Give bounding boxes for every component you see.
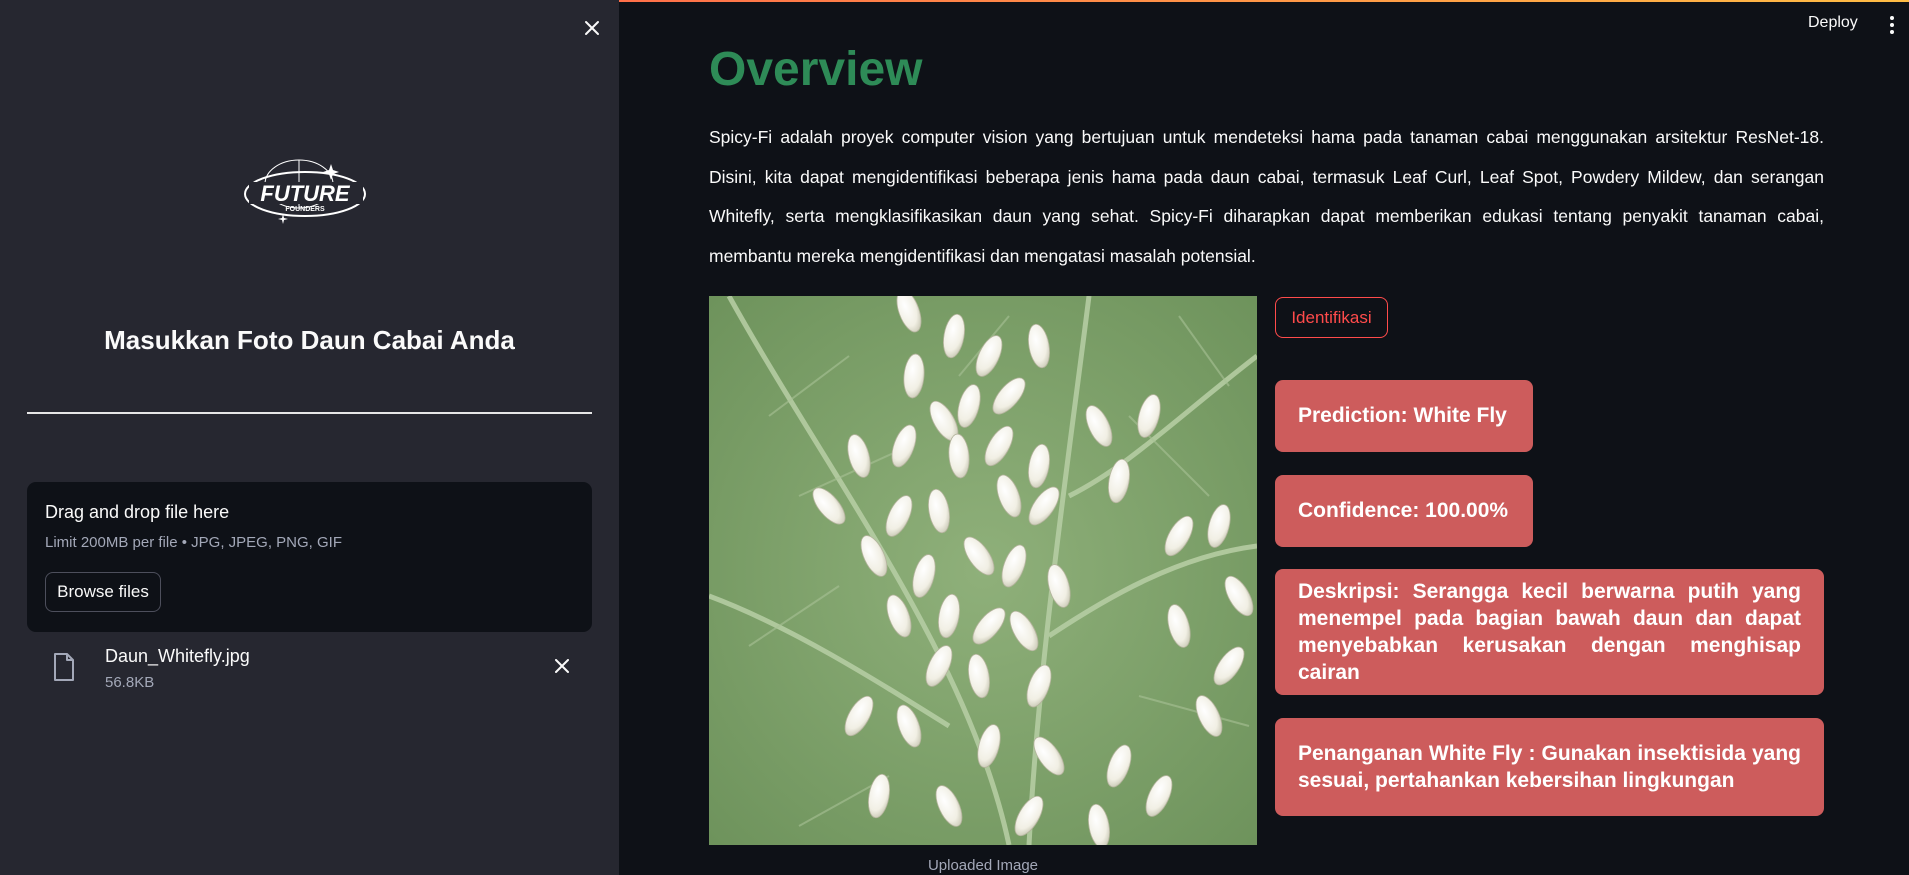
more-vertical-icon	[1890, 16, 1894, 20]
close-icon	[555, 659, 569, 673]
close-icon	[585, 21, 599, 35]
prediction-text: Prediction: White Fly	[1298, 404, 1507, 427]
image-caption: Uploaded Image	[927, 857, 1039, 874]
prediction-card: Prediction: White Fly	[1275, 380, 1533, 452]
svg-text:FUTURE: FUTURE	[260, 181, 351, 206]
file-size: 56.8KB	[105, 674, 155, 691]
close-sidebar-button[interactable]	[578, 14, 606, 42]
confidence-card: Confidence: 100.00%	[1275, 475, 1533, 547]
main-menu-button[interactable]	[1886, 16, 1898, 38]
treatment-card: Penanganan White Fly : Gunakan insektisi…	[1275, 718, 1824, 816]
sidebar: FUTURE FOUNDERS Masukkan Foto Daun Cabai…	[0, 0, 619, 875]
browse-files-button[interactable]: Browse files	[45, 572, 161, 612]
file-dropzone[interactable]: Drag and drop file here Limit 200MB per …	[27, 482, 592, 632]
sidebar-heading: Masukkan Foto Daun Cabai Anda	[104, 325, 515, 355]
svg-text:FOUNDERS: FOUNDERS	[285, 206, 325, 213]
file-name: Daun_Whitefly.jpg	[105, 646, 250, 666]
description-text: Deskripsi: Serangga kecil berwarna putih…	[1298, 580, 1801, 684]
deploy-button[interactable]: Deploy	[1808, 14, 1858, 32]
remove-file-button[interactable]	[550, 654, 574, 678]
identify-button[interactable]: Identifikasi	[1275, 297, 1388, 338]
dropzone-limit: Limit 200MB per file • JPG, JPEG, PNG, G…	[45, 534, 342, 551]
description-card: Deskripsi: Serangga kecil berwarna putih…	[1275, 569, 1824, 695]
future-founders-logo: FUTURE FOUNDERS	[244, 159, 366, 224]
whitefly-leaf-photo	[709, 296, 1257, 845]
file-icon	[54, 653, 74, 681]
confidence-text: Confidence: 100.00%	[1298, 499, 1509, 522]
page-title: Overview	[709, 43, 923, 96]
uploaded-file-item: Daun_Whitefly.jpg 56.8KB	[27, 640, 592, 700]
dropzone-title: Drag and drop file here	[45, 502, 230, 522]
uploaded-leaf-image	[709, 296, 1257, 845]
sidebar-divider	[27, 412, 592, 414]
treatment-text: Penanganan White Fly : Gunakan insektisi…	[1298, 742, 1801, 792]
overview-description: Spicy-Fi adalah proyek computer vision y…	[709, 127, 1824, 266]
